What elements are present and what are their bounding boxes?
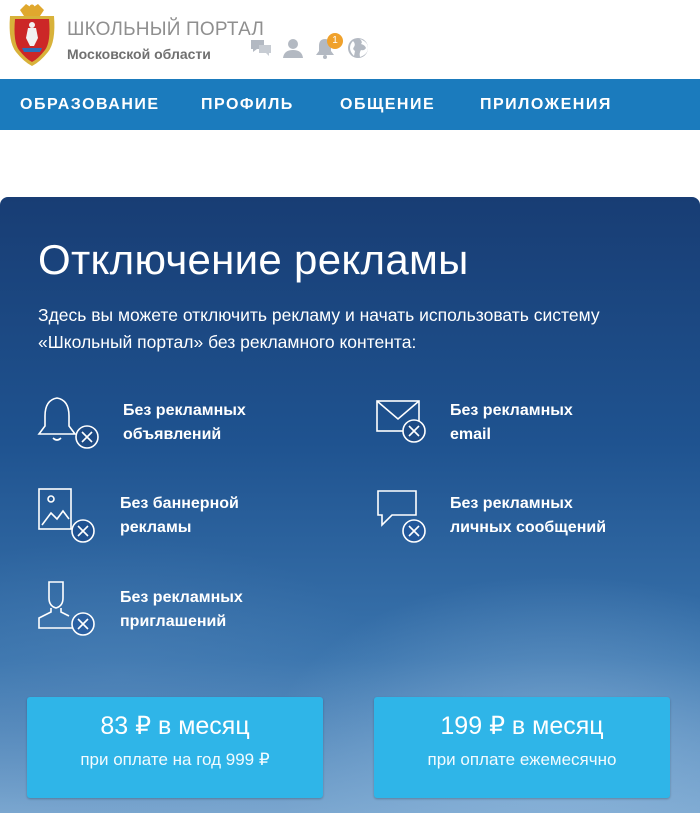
bell-off-icon (37, 397, 99, 449)
page-description: Здесь вы можете отключить рекламу и нача… (38, 305, 600, 352)
header: ШКОЛЬНЫЙ ПОРТАЛ Московской области 1 (0, 0, 700, 79)
user-icon[interactable] (281, 36, 305, 60)
main-nav: ОБРАЗОВАНИЕ ПРОФИЛЬ ОБЩЕНИЕ ПРИЛОЖЕНИЯ (0, 79, 700, 130)
yearly-plan-note: при оплате на год 999 ₽ (80, 750, 270, 769)
chat-icon[interactable] (249, 36, 273, 60)
image-off-icon (38, 488, 95, 543)
brand-subtitle: Московской области (67, 46, 211, 62)
monthly-plan-note: при оплате ежемесячно (427, 750, 617, 769)
page-title: Отключение рекламы (38, 236, 469, 283)
coat-of-arms-logo[interactable] (6, 2, 58, 68)
yearly-plan-price: 83 ₽ в месяц (100, 712, 250, 740)
feature-no-email: Без рекламных email (450, 402, 573, 443)
notification-badge: 1 (327, 33, 343, 49)
feature-no-invitations: Без рекламных приглашений (120, 589, 243, 630)
monthly-plan-button[interactable]: 199 ₽ в месяц при оплате ежемесячно (374, 697, 670, 798)
person-off-icon (38, 581, 95, 636)
nav-item-profile[interactable]: ПРОФИЛЬ (201, 96, 294, 114)
monthly-plan-price: 199 ₽ в месяц (440, 712, 604, 740)
message-off-icon (377, 490, 426, 543)
nav-item-communication[interactable]: ОБЩЕНИЕ (340, 96, 435, 114)
ad-disable-panel: Отключение рекламы Здесь вы можете отклю… (0, 197, 700, 813)
mail-off-icon (376, 400, 426, 443)
brand-title[interactable]: ШКОЛЬНЫЙ ПОРТАЛ (67, 19, 264, 41)
feature-no-ads: Без рекламных объявлений (123, 402, 246, 443)
nav-item-education[interactable]: ОБРАЗОВАНИЕ (20, 96, 160, 114)
feature-no-banners: Без баннерной рекламы (120, 495, 239, 536)
nav-item-applications[interactable]: ПРИЛОЖЕНИЯ (480, 96, 612, 114)
feature-no-private-messages: Без рекламных личных сообщений (450, 495, 607, 536)
globe-icon[interactable] (346, 36, 370, 60)
yearly-plan-button[interactable]: 83 ₽ в месяц при оплате на год 999 ₽ (27, 697, 323, 798)
